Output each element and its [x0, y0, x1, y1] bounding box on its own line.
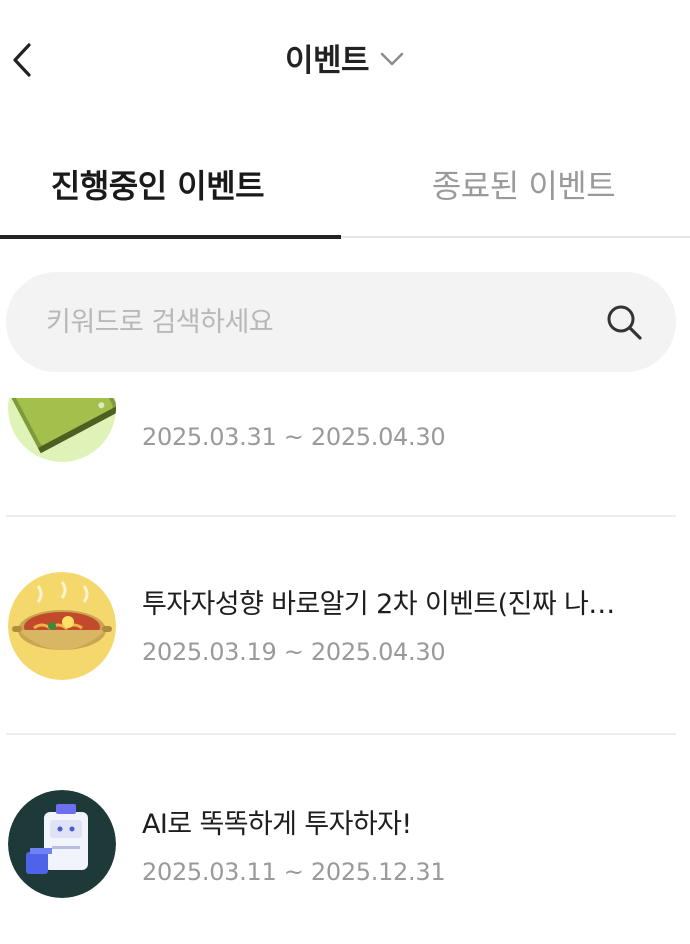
search-bar	[6, 272, 676, 372]
event-period: 2025.03.31 ~ 2025.04.30	[142, 423, 446, 451]
event-thumbnail-notebook	[8, 398, 116, 462]
tab-ongoing-events[interactable]: 진행중인 이벤트	[0, 130, 345, 238]
event-title: AI로 똑똑하게 투자하자!	[142, 809, 412, 840]
event-item[interactable]: AI로 똑똑하게 투자하자! 2025.03.11 ~ 2025.12.31	[0, 790, 690, 900]
event-tabs: 진행중인 이벤트 종료된 이벤트	[0, 130, 690, 240]
event-period: 2025.03.19 ~ 2025.04.30	[142, 638, 446, 666]
tab-ended-events[interactable]: 종료된 이벤트	[345, 130, 690, 238]
event-thumbnail-ramen	[8, 572, 116, 680]
list-divider	[6, 515, 676, 517]
event-item[interactable]: 2025.03.31 ~ 2025.04.30	[0, 398, 690, 508]
page-title: 이벤트	[284, 42, 370, 79]
event-list: 2025.03.31 ~ 2025.04.30 투자자성향 바로알기 2차 이벤…	[0, 398, 690, 944]
search-input[interactable]	[46, 306, 602, 338]
active-tab-indicator	[0, 235, 341, 239]
chevron-down-icon	[379, 49, 405, 69]
search-icon[interactable]	[602, 300, 646, 344]
event-period: 2025.03.11 ~ 2025.12.31	[142, 858, 446, 886]
list-divider	[6, 733, 676, 735]
event-thumbnail-ai	[8, 790, 116, 898]
title-dropdown[interactable]: 이벤트	[0, 32, 690, 82]
event-title: 투자자성향 바로알기 2차 이벤트(진짜 나…	[142, 589, 615, 620]
event-item[interactable]: 투자자성향 바로알기 2차 이벤트(진짜 나… 2025.03.19 ~ 202…	[0, 572, 690, 682]
app-header: 이벤트	[0, 0, 690, 118]
